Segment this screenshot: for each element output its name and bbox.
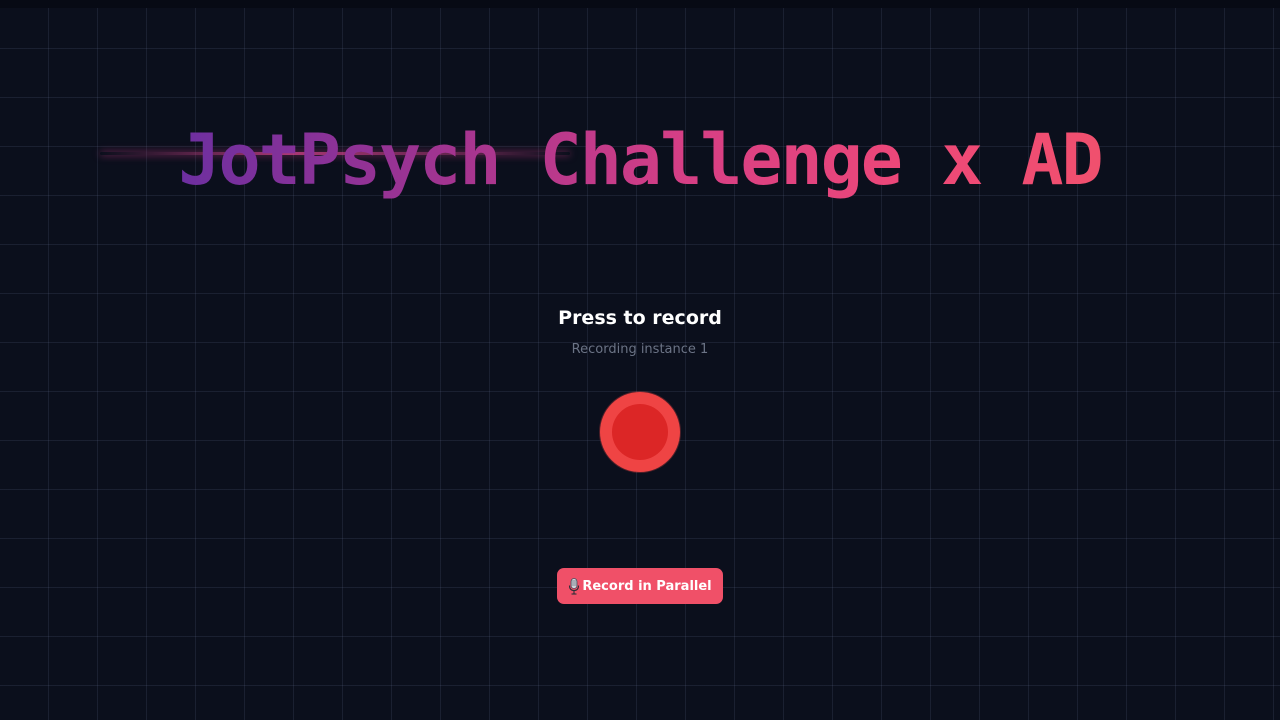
microphone-icon xyxy=(568,577,580,595)
app-page: JotPsych Challenge x AD Press to record … xyxy=(0,0,1280,720)
record-in-parallel-label: Record in Parallel xyxy=(582,578,712,594)
record-in-parallel-button[interactable]: Record in Parallel xyxy=(557,568,723,604)
record-button[interactable] xyxy=(600,392,680,472)
top-bar xyxy=(0,0,1280,8)
recording-instance-label: Recording instance 1 xyxy=(571,342,709,357)
title-area: JotPsych Challenge x AD xyxy=(0,118,1280,208)
record-dot-icon xyxy=(612,404,668,460)
record-prompt: Press to record xyxy=(558,307,722,329)
page-title: JotPsych Challenge x AD xyxy=(178,119,1103,201)
